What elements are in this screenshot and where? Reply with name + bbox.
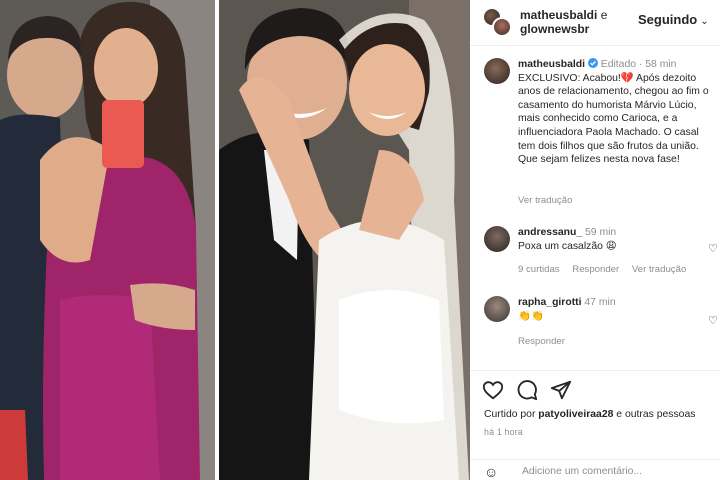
reply-button[interactable]: Responder xyxy=(518,336,565,347)
caption-age: 58 min xyxy=(645,59,677,70)
photo-selfie xyxy=(0,0,215,480)
liked-by-user-link[interactable]: patyoliveiraa28 xyxy=(538,409,613,420)
comment-actions: Responder xyxy=(518,336,575,347)
emoji-icon[interactable]: ☺ xyxy=(484,464,498,480)
avatar[interactable] xyxy=(484,226,510,252)
share-paper-plane-icon[interactable] xyxy=(550,379,574,403)
liked-by-prefix: Curtido por xyxy=(484,409,536,420)
reply-button[interactable]: Responder xyxy=(572,264,619,275)
comment-like-heart-icon[interactable]: ♡ xyxy=(708,314,718,327)
verified-badge-icon xyxy=(587,58,598,70)
following-button[interactable]: Seguindo ⌄ xyxy=(638,12,709,27)
author-avatars[interactable] xyxy=(482,7,512,37)
comment-age: 47 min xyxy=(584,297,616,308)
comment-username-link[interactable]: andressanu_ xyxy=(518,227,582,238)
comment-body: rapha_girotti 47 min 👏👏 xyxy=(518,296,708,324)
see-translation-link[interactable]: Ver tradução xyxy=(632,264,686,275)
wedding-illustration xyxy=(219,0,470,480)
comment-actions: 9 curtidas Responder Ver tradução xyxy=(518,264,696,275)
caption-body: EXCLUSIVO: Acabou!💔 Após dezoito anos de… xyxy=(518,72,709,166)
comment-bubble-icon[interactable] xyxy=(516,379,540,403)
comment-text: 👏👏 xyxy=(518,311,544,322)
photo-wedding xyxy=(219,0,470,480)
liked-by: Curtido por patyoliveiraa28 e outras pes… xyxy=(484,409,695,420)
comment-input[interactable]: Adicione um comentário... xyxy=(522,466,642,477)
comment-text: Poxa um casalzão 😩 xyxy=(518,241,617,252)
comment-username-link[interactable]: rapha_girotti xyxy=(518,297,582,308)
comment-like-heart-icon[interactable]: ♡ xyxy=(708,242,718,255)
add-comment-bar: ☺ Adicione um comentário... xyxy=(470,459,720,480)
caption-edited: Editado xyxy=(600,59,637,70)
see-translation-link[interactable]: Ver tradução xyxy=(518,195,572,206)
post-header: matheusbaldi e glownewsbr Seguindo ⌄ xyxy=(470,0,720,46)
comment-age: 59 min xyxy=(585,227,617,238)
caption-username-link[interactable]: matheusbaldi xyxy=(518,59,585,70)
avatar[interactable] xyxy=(484,58,510,84)
caption-text-block: matheusbaldi Editado · 58 min EXCLUSIVO:… xyxy=(518,58,709,166)
like-heart-icon[interactable] xyxy=(482,379,506,403)
author-connector: e xyxy=(600,8,608,22)
avatar xyxy=(492,17,512,37)
post-timestamp[interactable]: há 1 hora xyxy=(484,427,523,437)
collab-username-link[interactable]: glownewsbr xyxy=(520,22,589,36)
following-label: Seguindo xyxy=(638,12,698,27)
author-username-link[interactable]: matheusbaldi xyxy=(520,8,597,22)
comment-body: andressanu_ 59 min Poxa um casalzão 😩 xyxy=(518,226,708,254)
post-image[interactable] xyxy=(0,0,470,480)
selfie-illustration xyxy=(0,0,215,480)
post-panel: matheusbaldi e glownewsbr Seguindo ⌄ math… xyxy=(470,0,720,480)
chevron-down-icon: ⌄ xyxy=(700,16,709,27)
liked-by-suffix[interactable]: e outras pessoas xyxy=(616,409,695,420)
comment-likes-count[interactable]: 9 curtidas xyxy=(518,264,560,275)
avatar[interactable] xyxy=(484,296,510,322)
post-actions-area: Curtido por patyoliveiraa28 e outras pes… xyxy=(470,370,720,480)
collab-authors: matheusbaldi e glownewsbr xyxy=(520,8,607,36)
